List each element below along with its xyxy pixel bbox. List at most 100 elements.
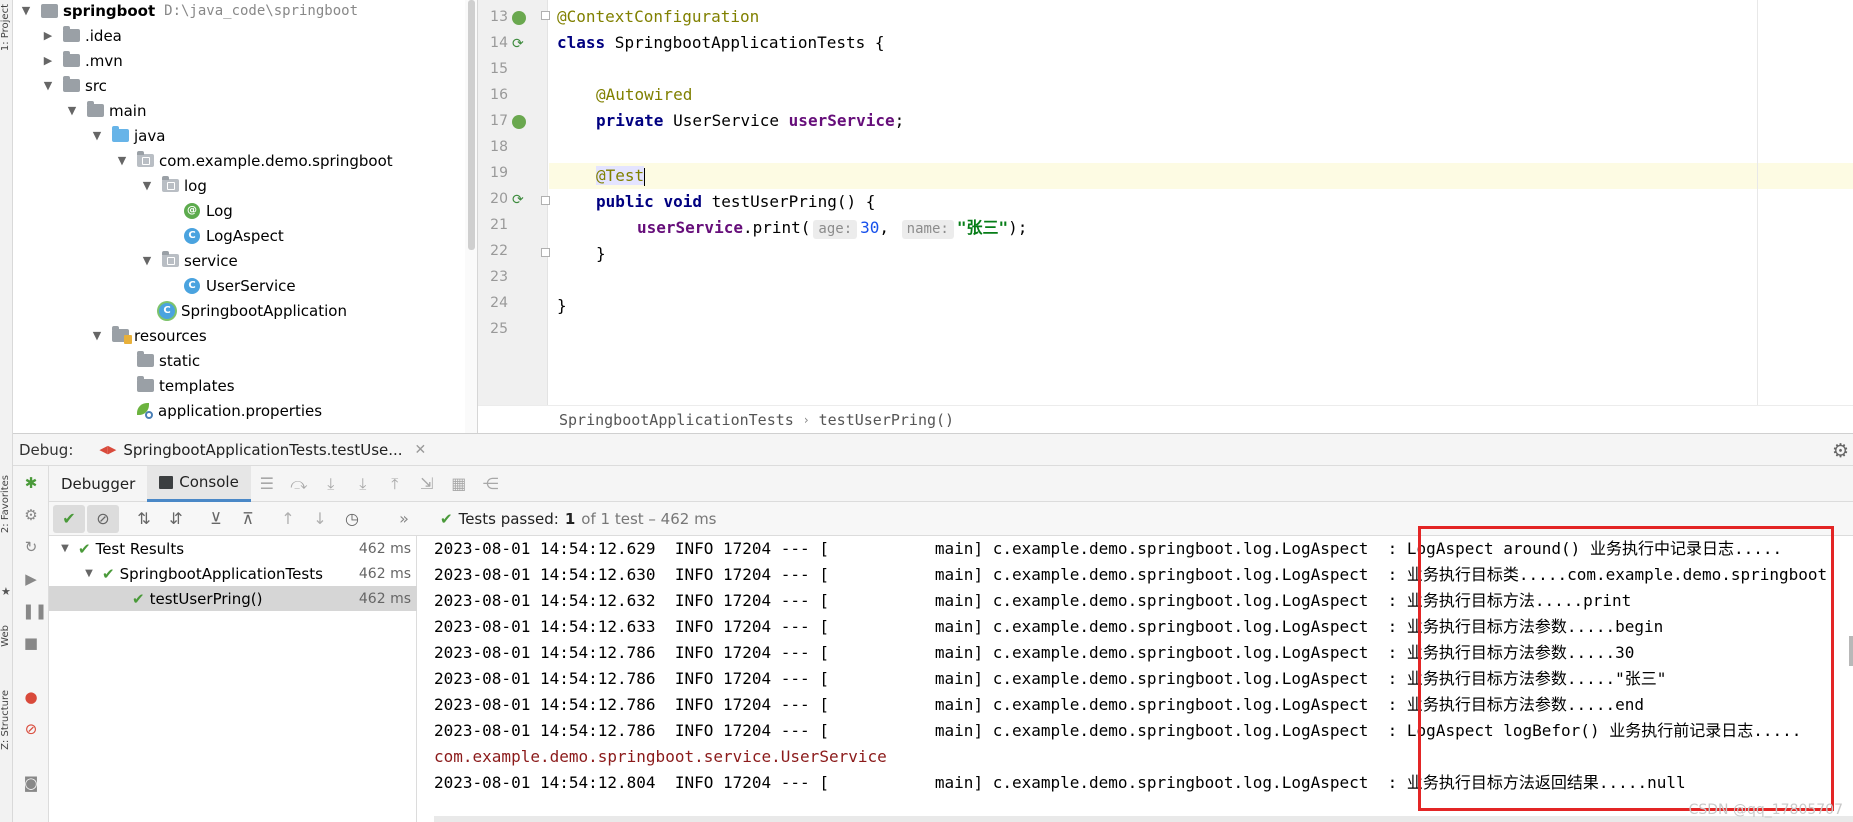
chevron-down-icon[interactable]: ▼ [140,179,154,192]
mute-breakpoints-icon[interactable]: ⊘ [22,720,40,738]
view-breakpoints-icon[interactable]: ● [22,688,40,706]
chevron-down-icon[interactable]: ▼ [140,254,154,267]
evaluate-expression-icon[interactable]: ▦ [443,474,475,493]
more-icon[interactable]: » [388,505,420,533]
test-method-row[interactable]: ✔ testUserPring() 462 ms [49,586,417,611]
chevron-down-icon[interactable]: ▼ [82,568,96,579]
code-token: testUserPring() { [701,192,876,211]
menu-icon[interactable]: ☰ [251,474,283,493]
run-test-icon[interactable]: ⟳ [512,37,526,51]
run-to-cursor-icon[interactable]: ⇲ [411,474,443,493]
tree-item-springbootapplication[interactable]: C SpringbootApplication [159,298,347,323]
chevron-right-icon[interactable]: ▶ [41,29,55,42]
chevron-down-icon[interactable]: ▼ [65,104,79,117]
tree-item-java[interactable]: ▼ java [90,123,165,148]
spring-bean-icon[interactable] [512,11,526,25]
tree-item-service-package[interactable]: ▼ service [140,248,238,273]
tree-item-application-properties[interactable]: application.properties [137,398,322,423]
show-ignored-icon[interactable]: ⊘ [87,504,119,533]
resume-icon[interactable]: ▶ [22,570,40,588]
tests-passed-label: Tests passed: [458,509,559,528]
pause-icon[interactable]: ❚❚ [22,602,47,620]
step-into-icon[interactable]: ⤓ [315,474,347,494]
force-step-into-icon[interactable]: ⤓ [347,474,379,494]
favorites-tool-tab[interactable]: 2: Favorites [0,475,13,533]
modify-config-icon[interactable]: ⚙ [22,506,40,524]
tree-item-log-annotation[interactable]: @ Log [184,198,233,223]
text-caret [644,167,646,186]
rerun-icon[interactable]: ✱ [22,474,40,492]
parameter-hint: name: [901,220,954,239]
tree-item-resources[interactable]: ▼ resources [90,323,207,348]
tree-scrollbar[interactable] [465,0,477,433]
gear-icon[interactable]: ⚙ [1832,440,1849,462]
fold-marker-icon[interactable] [541,196,550,205]
tree-item-idea[interactable]: ▶ .idea [41,23,122,48]
step-over-icon[interactable]: ⤼ [283,474,315,494]
fold-marker-icon[interactable] [541,248,550,257]
restore-layout-icon[interactable]: ↻ [22,538,40,556]
collapse-all-icon[interactable]: ⊼ [232,505,264,533]
tests-status: ✔ Tests passed: 1 of 1 test – 462 ms [440,510,717,528]
tree-item-label: Log [206,201,233,220]
tree-item-userservice[interactable]: C UserService [184,273,296,298]
tree-item-logaspect[interactable]: C LogAspect [184,223,284,248]
tree-item-src[interactable]: ▼ src [41,73,107,98]
close-icon[interactable]: ✕ [415,442,427,458]
show-passed-icon[interactable]: ✔ [53,504,85,533]
code-token: , [879,218,890,237]
chevron-down-icon[interactable]: ▼ [90,129,104,142]
code-line: class SpringbootApplicationTests { [557,30,885,56]
debug-session-tab[interactable]: ◀▶ SpringbootApplicationTests.testUse...… [99,441,426,459]
fold-marker-icon[interactable] [541,11,550,20]
result-time: 462 ms [358,590,411,607]
tree-root-label: springboot [63,1,156,20]
chevron-down-icon[interactable]: ▼ [90,329,104,342]
previous-failed-icon[interactable]: ↑ [272,505,304,533]
chevron-right-icon[interactable]: ▶ [41,54,55,67]
editor-breadcrumb: SpringbootApplicationTests › testUserPri… [478,405,1853,433]
run-test-icon[interactable]: ⟳ [512,193,526,207]
test-class-row[interactable]: ▼ ✔ SpringbootApplicationTests 462 ms [49,561,417,586]
tree-scrollbar-thumb[interactable] [468,0,475,250]
tree-root-springboot[interactable]: ▼ springboot D:\java_code\springboot [19,0,358,23]
chevron-down-icon[interactable]: ▼ [19,4,33,17]
stop-icon[interactable]: ■ [22,634,40,652]
expand-all-icon[interactable]: ⊻ [200,505,232,533]
breadcrumb-method[interactable]: testUserPring() [819,411,954,429]
structure-tool-tab[interactable]: Z: Structure [0,690,13,750]
trace-stream-icon[interactable]: ⋲ [475,474,507,493]
tree-item-package[interactable]: ▼ com.example.demo.springboot [115,148,393,173]
folder-icon [137,351,154,367]
tree-item-mvn[interactable]: ▶ .mvn [41,48,123,73]
breadcrumb-class[interactable]: SpringbootApplicationTests [559,411,794,429]
test-results-root[interactable]: ▼ ✔ Test Results 462 ms [49,536,417,561]
spring-bean-icon[interactable] [512,115,526,129]
tree-item-label: .mvn [85,51,123,70]
console-vertical-scrollbar[interactable] [1849,636,1853,666]
test-history-icon[interactable]: ◷ [336,505,368,533]
chevron-down-icon[interactable]: ▼ [115,154,129,167]
web-tool-tab[interactable]: Web [0,625,13,647]
tree-item-log-package[interactable]: ▼ log [140,173,207,198]
tree-item-label: resources [134,326,207,345]
code-token: .print( [742,218,811,237]
chevron-down-icon[interactable]: ▼ [41,79,55,92]
project-tool-tab[interactable]: 1: Project [0,4,13,51]
console-horizontal-scrollbar[interactable] [434,816,1853,822]
chevron-down-icon[interactable]: ▼ [58,543,72,554]
tree-item-static[interactable]: static [137,348,200,373]
step-out-icon[interactable]: ⤒ [379,474,411,494]
result-label: testUserPring() [149,589,263,608]
tree-item-templates[interactable]: templates [137,373,235,398]
tree-item-main[interactable]: ▼ main [65,98,146,123]
code-line: } [596,241,606,267]
code-editor[interactable]: 13 14 15 16 17 18 19 20 21 22 23 24 25 ⟳… [478,0,1853,405]
next-failed-icon[interactable]: ↓ [304,505,336,533]
tab-debugger[interactable]: Debugger [49,466,147,502]
tree-item-label: java [134,126,166,145]
sort-by-duration-icon[interactable]: ⇵ [160,505,192,533]
camera-icon[interactable]: ◙ [22,774,40,792]
sort-alphabetically-icon[interactable]: ⇅ [128,505,160,533]
tab-console[interactable]: Console [147,465,251,502]
